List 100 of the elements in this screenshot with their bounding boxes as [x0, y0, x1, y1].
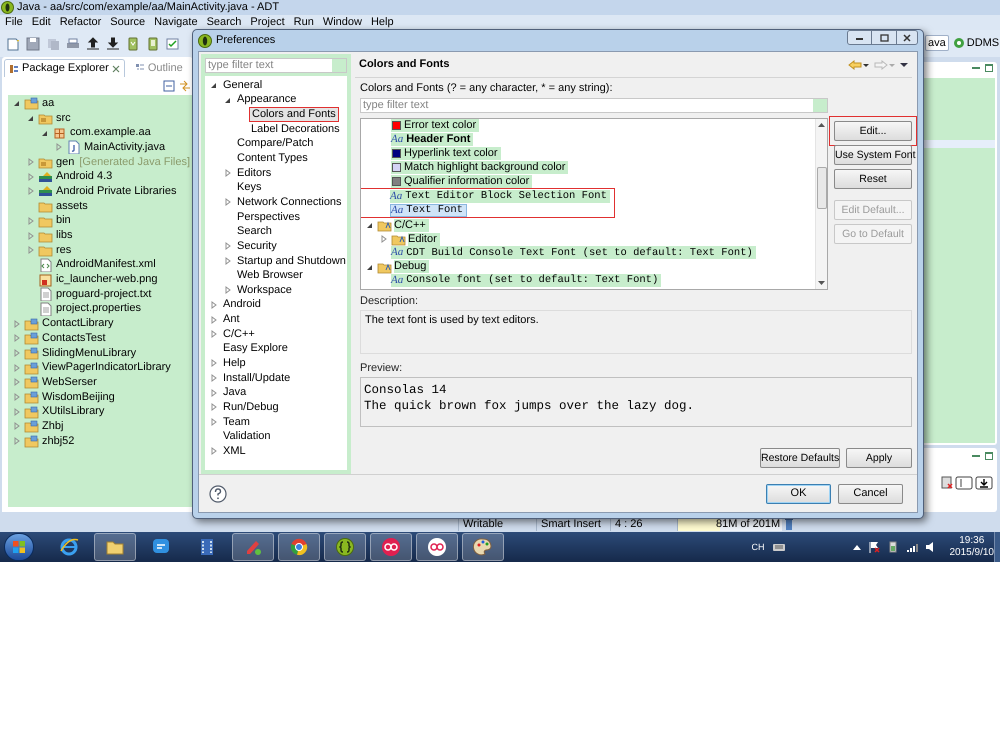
clock-date[interactable]: 2015/9/10	[950, 547, 994, 559]
preference-page-item[interactable]: Java	[221, 386, 248, 400]
preference-page-item[interactable]: XML	[221, 444, 248, 458]
color-font-item[interactable]: Text Font	[406, 205, 463, 216]
close-button[interactable]	[896, 30, 918, 45]
preference-page-item[interactable]: Web Browser	[235, 269, 305, 282]
tree-item-label[interactable]: bin	[56, 215, 71, 226]
view-tab[interactable]: Outline	[130, 59, 187, 77]
taskbar-app-button[interactable]	[416, 533, 458, 561]
tree-item-label[interactable]: ViewPagerIndicatorLibrary	[42, 362, 171, 374]
image-file-icon	[38, 272, 53, 287]
preference-page-item[interactable]: Team	[221, 416, 252, 429]
preference-page-item[interactable]: Content Types	[235, 152, 310, 166]
tree-item-label[interactable]: project.properties	[56, 303, 141, 314]
preview-text: Consolas 14	[364, 382, 448, 398]
tree-item-label[interactable]: src	[56, 112, 71, 124]
tree-item-label[interactable]: res	[56, 244, 72, 256]
page-button[interactable]: Restore Defaults	[760, 448, 840, 468]
preference-page-item[interactable]: Appearance	[235, 93, 298, 106]
input-language-text[interactable]: CH	[752, 542, 764, 552]
app-logo-icon	[1, 1, 14, 14]
page-hint: Colors and Fonts (? = any character, * = any string):	[359, 82, 614, 95]
preference-page-item[interactable]: Validation	[221, 430, 272, 444]
tree-item-label[interactable]: ContactLibrary	[42, 318, 114, 330]
preference-page-item[interactable]: Ant	[221, 313, 242, 326]
upload-icon	[86, 36, 100, 50]
tree-item-label[interactable]: ic_launcher-web.png	[56, 274, 158, 286]
tree-item-label[interactable]: WebSerser	[42, 376, 97, 388]
tree-item-label[interactable]: assets	[56, 200, 88, 212]
tree-item-label[interactable]: XUtilsLibrary	[42, 406, 104, 418]
preference-page-item[interactable]: Startup and Shutdown	[235, 254, 348, 268]
maximize-button[interactable]	[872, 30, 896, 45]
preference-page-item[interactable]: Help	[221, 356, 248, 370]
preference-page-item[interactable]: Editors	[235, 166, 274, 180]
preference-page-item[interactable]: General	[221, 78, 264, 92]
tree-item-label[interactable]: SlidingMenuLibrary	[42, 348, 136, 359]
menu-item[interactable]: File	[5, 17, 23, 28]
clear-console-icon	[941, 476, 953, 490]
forward-arrow-icon	[874, 60, 888, 70]
preference-page-item[interactable]: C/C++	[221, 328, 257, 341]
taskbar-app-button[interactable]	[462, 533, 504, 561]
start-button[interactable]	[4, 533, 34, 561]
tree-item-label[interactable]: com.example.aa	[70, 127, 151, 138]
tree-item-label[interactable]: libs	[56, 230, 73, 242]
taskbar-app-button[interactable]	[278, 533, 320, 561]
tree-item-label[interactable]: AndroidManifest.xml	[56, 259, 156, 270]
preference-page-item[interactable]: Compare/Patch	[235, 137, 316, 150]
tree-item-label[interactable]: Zhbj	[42, 420, 64, 432]
tree-item-label[interactable]: Android 4.3	[56, 171, 112, 182]
maximize-icon	[880, 34, 888, 42]
preference-page-item[interactable]: Easy Explore	[221, 342, 290, 356]
menu-item[interactable]: Help	[370, 17, 394, 28]
perspective-button[interactable]: DDMS	[950, 35, 1000, 51]
tree-item-label[interactable]: WisdomBeijing	[42, 392, 115, 403]
view-tab[interactable]: Package Explorer	[4, 59, 125, 77]
menu-item[interactable]: Edit	[32, 17, 51, 28]
preference-page-item[interactable]: Colors and Fonts	[249, 107, 339, 122]
taskbar-app-button[interactable]	[370, 533, 412, 561]
tree-item-label[interactable]: MainActivity.java	[84, 142, 166, 153]
tree-item-label[interactable]: zhbj52	[42, 436, 74, 447]
menu-item[interactable]: Run	[294, 17, 314, 28]
dialog-button[interactable]: OK	[766, 484, 831, 504]
preference-page-item[interactable]: Android	[221, 298, 263, 312]
preference-page-item[interactable]: Keys	[235, 181, 264, 194]
tree-item-label[interactable]: Android Private Libraries	[56, 186, 176, 197]
dialog-button[interactable]: Cancel	[838, 484, 903, 504]
minimize-button[interactable]	[847, 30, 872, 45]
preference-page-item[interactable]: Security	[235, 240, 279, 253]
text-file-icon	[38, 302, 53, 316]
scrollbar-thumb[interactable]	[817, 167, 827, 209]
preference-page-item[interactable]: Run/Debug	[221, 400, 281, 414]
tree-item-label[interactable]: ContactsTest	[42, 332, 106, 344]
taskbar-app-button[interactable]	[94, 533, 136, 561]
side-button[interactable]: Edit...	[834, 121, 912, 141]
tree-item-label[interactable]: proguard-project.txt	[56, 288, 152, 300]
preference-page-item[interactable]: Label Decorations	[249, 122, 342, 136]
collapse-all-icon	[163, 80, 175, 92]
tree-item-label[interactable]: aa	[42, 98, 54, 109]
perspective-button[interactable]: ava	[925, 35, 949, 51]
preference-page-item[interactable]: Install/Update	[221, 372, 292, 385]
menu-item[interactable]: Window	[322, 17, 362, 28]
braces-circle-icon	[335, 537, 355, 557]
menu-item[interactable]: Source	[110, 17, 146, 28]
menu-item[interactable]: Search	[206, 17, 242, 28]
project-folder-icon	[24, 375, 39, 390]
menu-item[interactable]: Project	[250, 17, 285, 28]
tree-item-label[interactable]: gen	[56, 156, 74, 168]
menu-item[interactable]: Refactor	[60, 17, 102, 28]
menu-item[interactable]: Navigate	[154, 17, 198, 28]
preference-page-item[interactable]: Perspectives	[235, 210, 302, 224]
clock-time[interactable]: 19:36	[959, 535, 984, 547]
dialog-title: Preferences	[216, 35, 276, 46]
preference-page-item[interactable]: Network Connections	[235, 196, 344, 209]
page-button[interactable]: Apply	[846, 448, 912, 468]
side-button[interactable]: Reset	[834, 169, 912, 189]
vertical-scrollbar[interactable]	[815, 119, 827, 289]
preference-page-item[interactable]: Search	[235, 225, 274, 238]
preference-page-item[interactable]: Workspace	[235, 284, 294, 297]
new-file-icon	[6, 36, 20, 50]
taskbar-app-button[interactable]	[324, 533, 366, 561]
